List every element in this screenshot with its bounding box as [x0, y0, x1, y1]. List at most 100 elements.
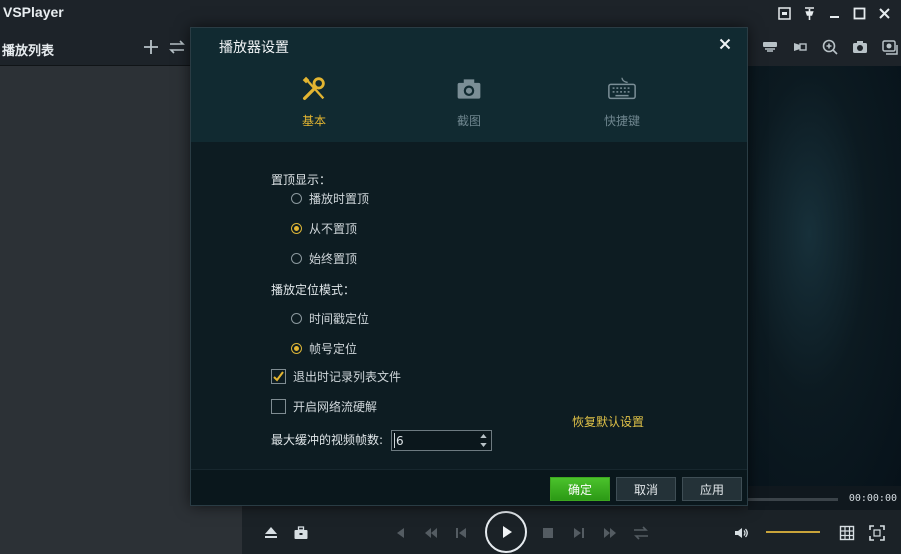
snapshot-button[interactable] — [848, 36, 871, 58]
playlist-tools — [140, 36, 188, 58]
mini-mode-icon — [778, 6, 791, 20]
ok-button[interactable]: 确定 — [550, 477, 610, 501]
burst-snapshot-button[interactable] — [878, 36, 901, 58]
option-label: 始终置顶 — [309, 252, 358, 266]
step-back-button[interactable] — [450, 522, 472, 544]
triangle-left-icon — [397, 528, 404, 538]
playlist-title: 播放列表 — [2, 44, 55, 59]
radio-frame-seek[interactable]: 帧号定位 — [291, 340, 357, 357]
restore-defaults-link[interactable]: 恢复默认设置 — [572, 413, 644, 430]
mini-mode-button[interactable] — [772, 2, 797, 24]
stop-icon — [543, 528, 553, 538]
buffer-frames-input[interactable] — [394, 433, 476, 448]
fast-forward-button[interactable] — [599, 522, 621, 544]
checkbox-label: 退出时记录列表文件 — [293, 370, 402, 384]
tab-snapshot[interactable]: 截图 — [419, 73, 519, 131]
minimize-button[interactable] — [822, 2, 847, 24]
tab-shortcuts[interactable]: 快捷键 — [572, 73, 672, 131]
dialog-footer: 确定 取消 应用 — [191, 469, 747, 505]
topmost-label: 置顶显示： — [271, 173, 332, 187]
settings-dialog: 播放器设置 基本 截图 快捷键 置顶显示： 播放时置顶 从不置顶 始终置顶 播放… — [190, 27, 748, 506]
checkbox-box — [271, 399, 286, 414]
cctv-icon — [762, 42, 777, 52]
stop-button[interactable] — [537, 522, 559, 544]
video-display[interactable] — [748, 66, 901, 486]
zoom-in-icon — [822, 39, 838, 55]
rewind-button[interactable] — [420, 522, 442, 544]
checkbox-label: 开启网络流硬解 — [293, 400, 378, 414]
option-label: 播放时置顶 — [309, 192, 370, 206]
checkbox-network-hw-decode[interactable]: 开启网络流硬解 — [271, 398, 377, 415]
playback-controls — [242, 510, 901, 554]
apply-button[interactable]: 应用 — [682, 477, 742, 501]
zoom-button[interactable] — [818, 36, 841, 58]
tab-basic[interactable]: 基本 — [264, 73, 364, 131]
pin-icon — [805, 6, 814, 20]
toolbox-button[interactable] — [290, 522, 312, 544]
camera-icon — [419, 73, 519, 105]
radio-never-topmost[interactable]: 从不置顶 — [291, 220, 357, 237]
keyboard-icon — [572, 73, 672, 105]
checkmark-icon — [273, 371, 284, 382]
playlist-mode-button[interactable] — [166, 36, 188, 58]
play-button[interactable] — [485, 511, 527, 553]
chevron-down-icon — [479, 443, 487, 447]
record-button[interactable] — [788, 36, 811, 58]
sync-button[interactable] — [630, 522, 652, 544]
checkbox-save-playlist-on-exit[interactable]: 退出时记录列表文件 — [271, 368, 401, 385]
progress-row: 00:00:00 — [748, 486, 901, 510]
toolbox-icon — [294, 526, 308, 539]
fullscreen-button[interactable] — [866, 522, 888, 544]
decrement-button[interactable] — [477, 441, 489, 449]
option-label: 时间戳定位 — [309, 312, 370, 326]
volume-button[interactable] — [730, 522, 752, 544]
dialog-body: 置顶显示： 播放时置顶 从不置顶 始终置顶 播放定位模式： 时间戳定位 帧号定位… — [191, 142, 747, 469]
ptz-button[interactable] — [758, 36, 781, 58]
fullscreen-icon — [869, 525, 885, 541]
step-back-icon — [456, 528, 466, 538]
maximize-icon — [853, 7, 866, 19]
previous-file-button[interactable] — [390, 522, 412, 544]
plus-icon — [144, 40, 158, 54]
minimize-icon — [830, 15, 839, 18]
step-forward-button[interactable] — [568, 522, 590, 544]
window-controls — [772, 2, 897, 24]
title-bar: VSPlayer — [0, 0, 901, 28]
stepper-arrows — [477, 432, 489, 449]
progress-bar[interactable] — [748, 498, 838, 501]
eject-icon — [265, 527, 277, 538]
camera-icon — [852, 41, 867, 53]
radio-timestamp-seek[interactable]: 时间戳定位 — [291, 310, 369, 327]
increment-button[interactable] — [477, 432, 489, 440]
add-file-button[interactable] — [140, 36, 162, 58]
tools-icon — [264, 73, 364, 105]
step-forward-icon — [574, 528, 584, 538]
dialog-close-button[interactable] — [717, 36, 733, 52]
volume-slider[interactable] — [766, 531, 820, 533]
video-toolbar — [748, 28, 901, 66]
rewind-icon — [425, 528, 437, 538]
radio-circle — [291, 253, 302, 264]
close-icon — [719, 38, 731, 50]
radio-circle-selected — [291, 343, 302, 354]
app-title: VSPlayer — [3, 4, 64, 20]
radio-topmost-while-playing[interactable]: 播放时置顶 — [291, 190, 369, 207]
dialog-header: 播放器设置 基本 截图 快捷键 — [191, 28, 747, 142]
radio-circle — [291, 313, 302, 324]
video-camera-icon — [793, 43, 807, 51]
buffer-frames-label: 最大缓冲的视频帧数: — [271, 433, 384, 447]
radio-always-topmost[interactable]: 始终置顶 — [291, 250, 357, 267]
close-window-button[interactable] — [872, 2, 897, 24]
buffer-frames-stepper[interactable] — [391, 430, 492, 451]
cancel-button[interactable]: 取消 — [616, 477, 676, 501]
radio-circle — [291, 193, 302, 204]
maximize-button[interactable] — [847, 2, 872, 24]
open-file-button[interactable] — [260, 522, 282, 544]
swap-arrows-icon — [169, 40, 185, 54]
tab-label: 快捷键 — [603, 114, 640, 128]
checkbox-box — [271, 369, 286, 384]
multi-camera-icon — [881, 40, 898, 55]
split-view-button[interactable] — [836, 522, 858, 544]
pin-button[interactable] — [797, 2, 822, 24]
fast-forward-icon — [604, 528, 616, 538]
